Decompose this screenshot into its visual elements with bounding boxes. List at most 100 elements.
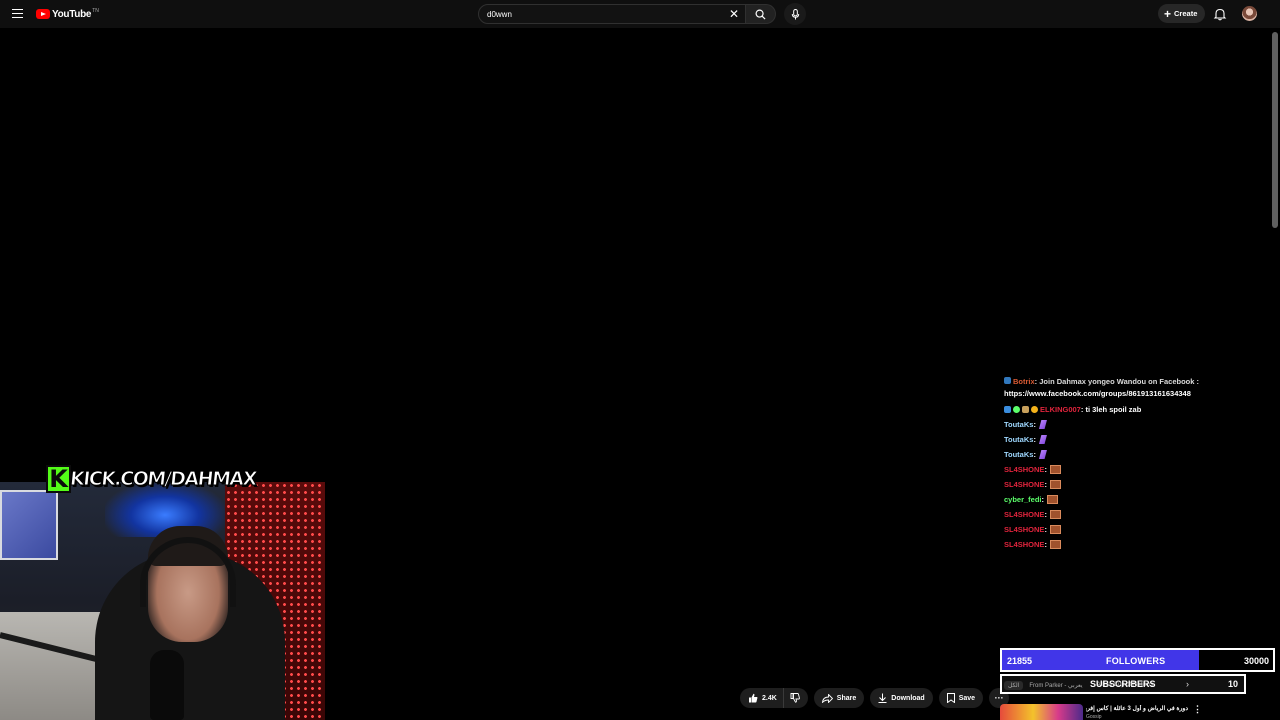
share-icon [821, 693, 833, 703]
chat-text: : [1033, 450, 1036, 459]
chat-username: Botrix [1013, 377, 1035, 386]
create-label: Create [1174, 9, 1198, 18]
logo-text: YouTube [52, 8, 92, 20]
dislike-button[interactable] [784, 688, 808, 708]
emote-icon [1049, 480, 1061, 489]
video-thumbnail[interactable] [1000, 704, 1083, 720]
kick-channel-url: KICK.COM/DAHMAX [68, 468, 257, 491]
video-actions-bar: 2.4K Share Download Save ··· [740, 688, 1010, 708]
badge-icon [1004, 406, 1011, 413]
streamer-webcam [0, 482, 325, 720]
chat-username: SL4SHONE [1004, 540, 1045, 549]
chat-message: SL4SHONE : [1004, 522, 1274, 537]
more-vert-icon[interactable]: ⋮ [1193, 704, 1202, 715]
chip-all[interactable]: الكل [1004, 680, 1024, 690]
emote-icon [1038, 420, 1047, 429]
chat-username: ELKING007 [1040, 405, 1081, 414]
followers-goal-bar: 21855 FOLLOWERS 30000 [1000, 648, 1275, 672]
subscribers-value: 10 [1227, 679, 1238, 689]
search-icon [755, 9, 766, 20]
youtube-logo[interactable]: YouTube TN [36, 8, 99, 20]
chat-text: : Join Dahmax yongeo Wandou on Facebook … [1034, 377, 1199, 386]
plus-icon: + [1164, 6, 1172, 21]
video-channel: Gossip [1086, 714, 1102, 720]
emote-icon [1047, 495, 1059, 504]
followers-label: FOLLOWERS [1106, 656, 1166, 666]
search-button[interactable] [746, 4, 776, 24]
chat-text: : [1044, 480, 1047, 489]
chat-message: ToutaKs : [1004, 417, 1274, 432]
account-avatar[interactable] [1242, 6, 1257, 21]
followers-target: 30000 [1243, 656, 1269, 666]
chat-text: : [1044, 525, 1047, 534]
chat-message: cyber_fedi : [1004, 492, 1274, 507]
chat-message: SL4SHONE : [1004, 507, 1274, 522]
chat-text: : ti 3leh spoil zab [1080, 405, 1142, 414]
kick-channel-banner: K KICK.COM/DAHMAX [46, 464, 257, 494]
microphone-icon [791, 8, 799, 20]
stream-chat-overlay: Botrix : Join Dahmax yongeo Wandou on Fa… [1004, 377, 1274, 552]
subscribers-label: SUBSCRIBERS [1090, 679, 1156, 689]
chevron-right-icon[interactable]: › [1186, 679, 1189, 689]
like-dislike-group: 2.4K [740, 688, 808, 708]
notifications-bell-icon[interactable] [1213, 7, 1227, 21]
save-label: Save [958, 694, 976, 702]
badge-icon [1022, 406, 1029, 413]
badge-icon [1031, 406, 1038, 413]
chat-username: SL4SHONE [1004, 480, 1045, 489]
chat-message: Botrix : Join Dahmax yongeo Wandou on Fa… [1004, 377, 1274, 389]
download-icon [878, 693, 887, 703]
chat-username: SL4SHONE [1004, 510, 1045, 519]
search-input[interactable]: d0wwn ✕ [478, 4, 746, 24]
logo-country-code: TN [92, 8, 99, 14]
chat-message: SL4SHONE : [1004, 477, 1274, 492]
download-label: Download [891, 694, 925, 702]
youtube-watch-page: YouTube TN d0wwn ✕ + Create Botrix : Joi… [0, 0, 1280, 720]
hamburger-menu-icon[interactable] [10, 6, 26, 22]
share-label: Share [836, 694, 857, 702]
chat-username: cyber_fedi [1004, 495, 1042, 504]
search-input-value: d0wwn [487, 10, 512, 19]
chat-message: SL4SHONE : [1004, 537, 1274, 552]
video-title[interactable]: دورة في الرياض و أول 3 عائلة | كأس إفريق… [1086, 705, 1188, 712]
download-button[interactable]: Download [870, 688, 933, 708]
subscribers-goal-bar: الكل From Parker - يعربي Africa Cup of N… [1000, 674, 1246, 694]
chat-message: ToutaKs : [1004, 432, 1274, 447]
chat-text: : [1044, 510, 1047, 519]
badge-icon [1004, 377, 1011, 384]
chat-username: ToutaKs [1004, 450, 1034, 459]
chat-text: : [1033, 435, 1036, 444]
badge-icon [1013, 406, 1020, 413]
emote-icon [1038, 435, 1047, 444]
chat-text: : [1044, 540, 1047, 549]
chat-text: : [1041, 495, 1045, 504]
chat-message: ToutaKs : [1004, 447, 1274, 462]
page-scrollbar[interactable] [1272, 32, 1278, 228]
top-bar: YouTube TN d0wwn ✕ + Create [0, 0, 1280, 28]
like-button[interactable]: 2.4K [740, 688, 784, 708]
emote-icon [1049, 525, 1061, 534]
clear-search-icon[interactable]: ✕ [727, 7, 741, 21]
chat-message: SL4SHONE : [1004, 462, 1274, 477]
create-button[interactable]: + Create [1158, 4, 1206, 23]
like-count: 2.4K [762, 694, 777, 702]
chat-username: ToutaKs [1004, 420, 1034, 429]
thumbs-down-icon [790, 693, 800, 703]
emote-icon [1049, 510, 1061, 519]
chat-text: : [1044, 465, 1047, 474]
chat-message: ELKING007 : ti 3leh spoil zab [1004, 402, 1274, 417]
followers-current: 21855 [1007, 656, 1033, 666]
chat-username: ToutaKs [1004, 435, 1034, 444]
emote-icon [1049, 540, 1061, 549]
emote-icon [1049, 465, 1061, 474]
kick-logo-icon: K [46, 465, 71, 493]
chat-text: : [1033, 420, 1036, 429]
youtube-play-icon [36, 9, 50, 19]
recommended-video[interactable]: دورة في الرياض و أول 3 عائلة | كأس إفريق… [1000, 704, 1275, 720]
save-button[interactable]: Save [938, 688, 984, 708]
chat-username: SL4SHONE [1004, 525, 1045, 534]
bookmark-icon [946, 693, 955, 703]
share-button[interactable]: Share [813, 688, 865, 708]
chip-from-parker[interactable]: From Parker - يعربي [1029, 682, 1082, 689]
voice-search-button[interactable] [784, 3, 806, 25]
